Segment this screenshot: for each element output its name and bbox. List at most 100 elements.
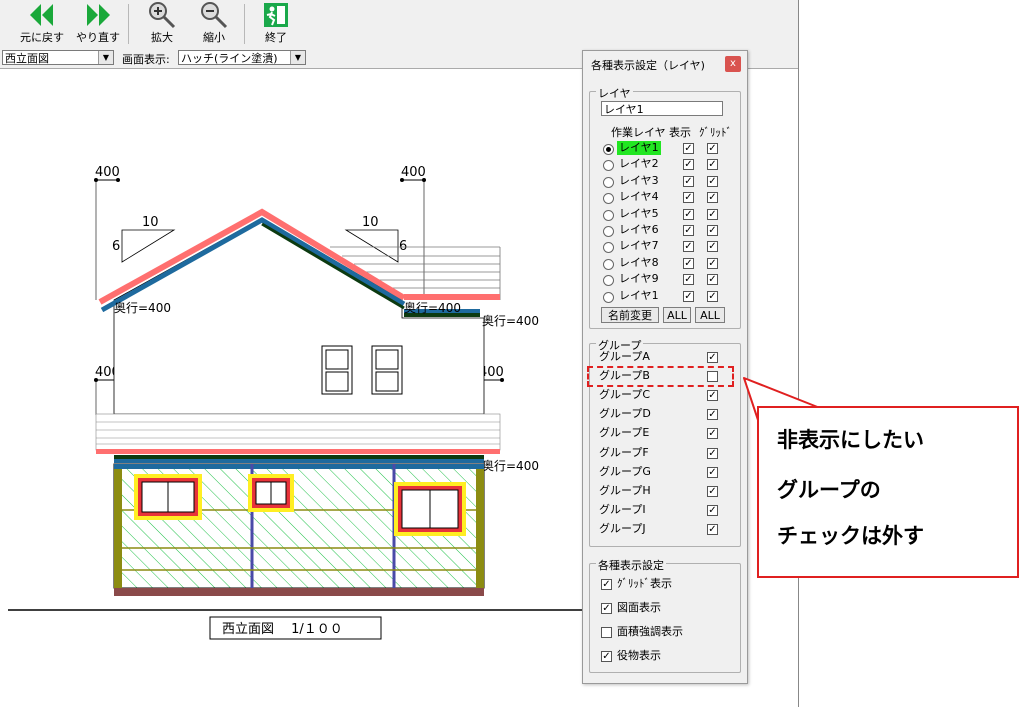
column-header-show: 表示 bbox=[669, 126, 691, 139]
layer-show-checkbox[interactable]: ✓ bbox=[683, 225, 694, 236]
callout-box: 非表示にしたい グループの チェックは外す bbox=[757, 406, 1019, 578]
depth-label: 奥行=400 bbox=[114, 301, 171, 315]
layer-name: レイヤ9 bbox=[619, 272, 659, 286]
layer-show-checkbox[interactable]: ✓ bbox=[683, 143, 694, 154]
layer-grid-checkbox[interactable]: ✓ bbox=[707, 257, 718, 269]
lower-window bbox=[394, 482, 466, 536]
lower-window bbox=[248, 474, 294, 512]
display-mode-label: 画面表示: bbox=[122, 53, 170, 66]
group-visible-checkbox[interactable]: ✓ bbox=[707, 447, 718, 459]
layer-grid-checkbox[interactable]: ✓ bbox=[707, 192, 718, 204]
layer-name: レイヤ1 bbox=[617, 141, 661, 155]
display-setting-checkbox[interactable]: ✓ bbox=[601, 603, 612, 614]
group-name: グループC bbox=[599, 388, 651, 402]
display-setting-row: ✓ ｸﾞﾘｯﾄﾞ表示 bbox=[601, 576, 731, 592]
chevron-down-icon: ▼ bbox=[290, 51, 305, 64]
display-setting-checkbox[interactable] bbox=[601, 627, 612, 638]
layer-show-checkbox[interactable]: ✓ bbox=[683, 274, 694, 286]
layer-show-checkbox[interactable]: ✓ bbox=[683, 208, 694, 220]
layer-name: レイヤ8 bbox=[619, 255, 659, 269]
work-layer-radio[interactable] bbox=[603, 160, 614, 172]
column-header-grid: ｸﾞﾘｯﾄﾞ bbox=[699, 126, 732, 139]
all-grid-button[interactable]: ALL bbox=[695, 307, 725, 323]
all-show-button[interactable]: ALL bbox=[663, 307, 691, 323]
magnifier-plus-icon bbox=[146, 0, 178, 30]
toolbar-separator bbox=[244, 4, 245, 44]
layer-grid-checkbox[interactable]: ✓ bbox=[707, 290, 718, 302]
drawing-caption: 西立面図 1/１００ bbox=[222, 622, 343, 637]
group-visible-checkbox[interactable]: ✓ bbox=[707, 466, 718, 478]
display-mode-select[interactable]: ハッチ(ライン塗潰) ▼ bbox=[178, 50, 306, 65]
dimension-text: 400 bbox=[401, 165, 426, 180]
depth-label: 奥行=400 bbox=[482, 314, 539, 328]
undo-button[interactable]: 元に戻す bbox=[14, 0, 70, 48]
highlight-box bbox=[587, 366, 734, 387]
toolbar: 元に戻す やり直す 拡大 縮小 終了 bbox=[0, 0, 798, 49]
group-visible-checkbox[interactable]: ✓ bbox=[707, 409, 718, 421]
group-visible-checkbox[interactable]: ✓ bbox=[707, 428, 718, 440]
depth-label: 奥行=400 bbox=[404, 301, 461, 315]
view-select-value: 西立面図 bbox=[5, 52, 49, 65]
dimension-text: 400 bbox=[95, 165, 120, 180]
group-row: グループA ✓ bbox=[599, 349, 729, 365]
slope-mark-right: 10 6 bbox=[344, 215, 407, 263]
close-icon[interactable]: x bbox=[725, 56, 741, 72]
group-visible-checkbox[interactable]: ✓ bbox=[707, 390, 718, 402]
redo-button[interactable]: やり直す bbox=[70, 0, 126, 48]
display-setting-checkbox[interactable]: ✓ bbox=[601, 579, 612, 590]
layer-show-checkbox[interactable]: ✓ bbox=[683, 192, 694, 204]
layer-show-checkbox[interactable]: ✓ bbox=[683, 159, 694, 171]
work-layer-radio[interactable] bbox=[603, 209, 614, 221]
work-layer-radio[interactable] bbox=[603, 144, 614, 155]
display-setting-checkbox[interactable]: ✓ bbox=[601, 651, 612, 662]
callout-line: 非表示にしたい bbox=[777, 428, 924, 452]
display-mode-value: ハッチ(ライン塗潰) bbox=[181, 52, 278, 65]
layer-name: レイヤ3 bbox=[619, 173, 659, 187]
layer-show-checkbox[interactable]: ✓ bbox=[683, 175, 694, 187]
slope-run-text: 10 bbox=[362, 215, 379, 230]
group-visible-checkbox[interactable]: ✓ bbox=[707, 523, 718, 535]
zoom-out-button[interactable]: 縮小 bbox=[190, 0, 238, 48]
view-select[interactable]: 西立面図 ▼ bbox=[2, 50, 114, 65]
layer-name: レイヤ6 bbox=[619, 223, 659, 236]
redo-label: やり直す bbox=[76, 31, 120, 44]
work-layer-radio[interactable] bbox=[603, 193, 614, 205]
layer-row: レイヤ1 ✓ ✓ bbox=[603, 141, 733, 157]
callout-line: チェックは外す bbox=[777, 524, 924, 548]
layer-grid-checkbox[interactable]: ✓ bbox=[707, 225, 718, 236]
layer-grid-checkbox[interactable]: ✓ bbox=[707, 175, 718, 187]
exit-label: 終了 bbox=[265, 31, 287, 44]
rename-button[interactable]: 名前変更 bbox=[601, 307, 659, 323]
layer-show-checkbox[interactable]: ✓ bbox=[683, 241, 694, 253]
exit-button[interactable]: 終了 bbox=[254, 0, 298, 48]
work-layer-radio[interactable] bbox=[603, 291, 614, 303]
group-visible-checkbox[interactable]: ✓ bbox=[707, 352, 718, 363]
work-layer-radio[interactable] bbox=[603, 226, 614, 237]
layer-grid-checkbox[interactable]: ✓ bbox=[707, 208, 718, 220]
lower-roof bbox=[95, 413, 501, 463]
layer-grid-checkbox[interactable]: ✓ bbox=[707, 143, 718, 154]
display-setting-row: 面積強調表示 bbox=[601, 624, 731, 640]
group-visible-checkbox[interactable]: ✓ bbox=[707, 504, 718, 516]
group-visible-checkbox[interactable]: ✓ bbox=[707, 485, 718, 497]
work-layer-radio[interactable] bbox=[603, 242, 614, 254]
group-name: グループD bbox=[599, 407, 651, 421]
layer-grid-checkbox[interactable]: ✓ bbox=[707, 159, 718, 171]
display-setting-label: 面積強調表示 bbox=[617, 625, 683, 638]
layer-name-field[interactable]: レイヤ1 bbox=[601, 101, 723, 116]
toolbar-separator bbox=[128, 4, 129, 44]
layer-row: レイヤ5 ✓ ✓ bbox=[603, 207, 733, 223]
work-layer-radio[interactable] bbox=[603, 275, 614, 287]
exit-sign-icon bbox=[263, 0, 289, 30]
double-right-arrow-icon bbox=[84, 0, 112, 30]
layer-grid-checkbox[interactable]: ✓ bbox=[707, 274, 718, 286]
layer-grid-checkbox[interactable]: ✓ bbox=[707, 241, 718, 253]
layer-row: レイヤ9 ✓ ✓ bbox=[603, 272, 733, 288]
group-row: グループJ ✓ bbox=[599, 521, 729, 537]
work-layer-radio[interactable] bbox=[603, 176, 614, 188]
zoom-in-button[interactable]: 拡大 bbox=[138, 0, 186, 48]
slope-run-text: 10 bbox=[142, 215, 159, 230]
layer-show-checkbox[interactable]: ✓ bbox=[683, 290, 694, 302]
layer-show-checkbox[interactable]: ✓ bbox=[683, 257, 694, 269]
work-layer-radio[interactable] bbox=[603, 258, 614, 270]
